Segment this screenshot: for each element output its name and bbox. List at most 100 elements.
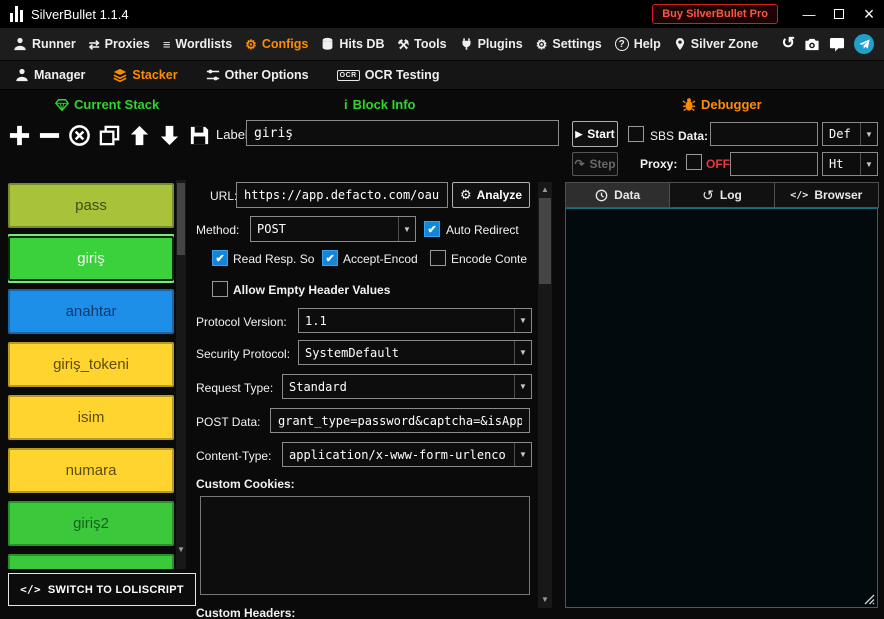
custom-cookies-textarea[interactable] [200, 496, 530, 595]
gem-icon [55, 98, 69, 112]
proxy-checkbox[interactable] [686, 154, 702, 170]
menu-item-hits-db[interactable]: Hits DB [316, 37, 389, 51]
url-input[interactable] [236, 182, 448, 208]
wordlists-icon: ≡ [163, 38, 171, 51]
submenu-label: Other Options [225, 68, 309, 82]
debug-proxy-input[interactable] [730, 152, 818, 176]
log-history-icon: ↺ [702, 187, 714, 204]
submenu-label: Stacker [132, 68, 177, 82]
content-type-dropdown[interactable]: application/x-www-form-urlenco ▼ [282, 442, 532, 467]
analyze-button[interactable]: ⚙ Analyze [452, 182, 530, 208]
menu-label: Configs [262, 37, 309, 51]
tab-log[interactable]: ↺ Log [669, 182, 774, 208]
debug-data-input[interactable] [710, 122, 818, 146]
stack-scrollbar[interactable]: ▼ [176, 180, 186, 569]
app-title: SilverBullet 1.1.4 [31, 7, 129, 22]
step-button[interactable]: ↷ Step [572, 152, 618, 176]
read-response-checkbox[interactable] [212, 250, 228, 266]
delete-block-button[interactable] [38, 124, 61, 147]
encode-content-checkbox[interactable] [430, 250, 446, 266]
allow-empty-headers-checkbox[interactable] [212, 281, 228, 297]
accept-encoding-label: Accept-Encod [343, 252, 418, 266]
stack-block-selected[interactable]: giriş [8, 236, 174, 281]
telegram-plane-icon [859, 39, 870, 50]
block-info-scrollbar[interactable]: ▲ ▼ [538, 182, 552, 608]
start-label: Start [587, 127, 614, 141]
menu-item-plugins[interactable]: Plugins [455, 37, 528, 51]
content-type-value: application/x-www-form-urlenco [283, 443, 514, 466]
maximize-icon [834, 9, 844, 19]
menu-item-wordlists[interactable]: ≡ Wordlists [158, 37, 237, 51]
switch-to-loliscript-button[interactable]: </> SWITCH TO LOLISCRIPT [8, 573, 196, 606]
auto-redirect-checkbox[interactable] [424, 221, 440, 237]
buy-pro-button[interactable]: Buy SilverBullet Pro [652, 4, 778, 24]
menu-item-runner[interactable]: Runner [8, 37, 81, 51]
stack-block[interactable]: anahtar [8, 289, 174, 334]
minimize-button[interactable]: — [794, 0, 824, 28]
security-protocol-dropdown[interactable]: SystemDefault ▼ [298, 340, 532, 365]
tab-label: Log [720, 188, 742, 202]
section-title: Block Info [353, 97, 416, 112]
menu-item-proxies[interactable]: ⇄ Proxies [84, 37, 155, 51]
post-data-caption: POST Data: [196, 415, 260, 429]
camera-icon[interactable] [804, 37, 820, 52]
chat-icon[interactable] [829, 37, 845, 52]
submenu-item-manager[interactable]: Manager [10, 68, 90, 82]
close-button[interactable]: × [854, 0, 884, 28]
accept-encoding-checkbox[interactable] [322, 250, 338, 266]
configs-submenu: Manager Stacker Other Options OCR OCR Te… [0, 61, 884, 90]
stack-block[interactable]: giriş2 [8, 501, 174, 546]
disable-block-button[interactable] [68, 124, 91, 147]
scrollbar-thumb[interactable] [539, 198, 551, 284]
block-label-input[interactable] [246, 120, 559, 146]
ocr-icon: OCR [337, 70, 360, 81]
maximize-button[interactable] [824, 0, 854, 28]
request-type-caption: Request Type: [196, 381, 273, 395]
menu-item-help[interactable]: ? Help [610, 37, 666, 51]
clone-block-button[interactable] [98, 124, 121, 147]
submenu-item-ocr-testing[interactable]: OCR OCR Testing [332, 68, 445, 82]
menu-item-silver-zone[interactable]: Silver Zone [669, 37, 763, 51]
debug-output-area [565, 208, 878, 608]
stack-block[interactable]: isim [8, 395, 174, 440]
submenu-item-stacker[interactable]: Stacker [108, 68, 182, 82]
stack-block[interactable]: giriş_tokeni [8, 342, 174, 387]
move-up-button[interactable] [128, 124, 151, 147]
scroll-down-icon[interactable]: ▼ [176, 545, 186, 555]
chevron-down-icon: ▼ [514, 443, 531, 466]
move-down-button[interactable] [158, 124, 181, 147]
resize-grip-icon[interactable] [864, 594, 875, 605]
add-block-button[interactable] [8, 124, 31, 147]
history-icon[interactable]: ↺ [782, 36, 795, 52]
start-button[interactable]: ▶ Start [572, 121, 618, 147]
database-icon [321, 37, 334, 51]
sliders-icon [206, 68, 220, 82]
stack-block[interactable]: numara [8, 448, 174, 493]
method-dropdown[interactable]: POST ▼ [250, 216, 416, 242]
tab-browser[interactable]: </> Browser [774, 182, 879, 208]
gear-icon: ⚙ [536, 38, 548, 51]
menu-item-configs[interactable]: ⚙ Configs [240, 37, 313, 51]
menu-item-settings[interactable]: ⚙ Settings [531, 37, 607, 51]
sbs-checkbox[interactable] [628, 126, 644, 142]
scroll-down-icon[interactable]: ▼ [538, 595, 552, 605]
request-type-dropdown[interactable]: Standard ▼ [282, 374, 532, 399]
data-type-dropdown[interactable]: Def ▼ [822, 122, 878, 146]
info-icon: i [344, 97, 348, 112]
proxy-type-dropdown[interactable]: Ht ▼ [822, 152, 878, 176]
stack-block[interactable]: pass [8, 183, 174, 228]
map-pin-icon [674, 37, 686, 51]
post-data-input[interactable] [270, 408, 530, 433]
scrollbar-thumb[interactable] [177, 183, 185, 255]
telegram-button[interactable] [854, 34, 874, 54]
protocol-version-dropdown[interactable]: 1.1 ▼ [298, 308, 532, 333]
menu-item-tools[interactable]: ⚒ Tools [393, 37, 452, 51]
scroll-up-icon[interactable]: ▲ [538, 185, 552, 195]
tab-data[interactable]: Data [565, 182, 670, 208]
submenu-item-other-options[interactable]: Other Options [201, 68, 314, 82]
method-caption: Method: [196, 223, 239, 237]
save-config-button[interactable] [188, 124, 211, 147]
main-menu: Runner ⇄ Proxies ≡ Wordlists ⚙ Configs H… [0, 28, 884, 61]
step-icon: ↷ [574, 157, 584, 171]
stack-block[interactable] [8, 554, 174, 569]
